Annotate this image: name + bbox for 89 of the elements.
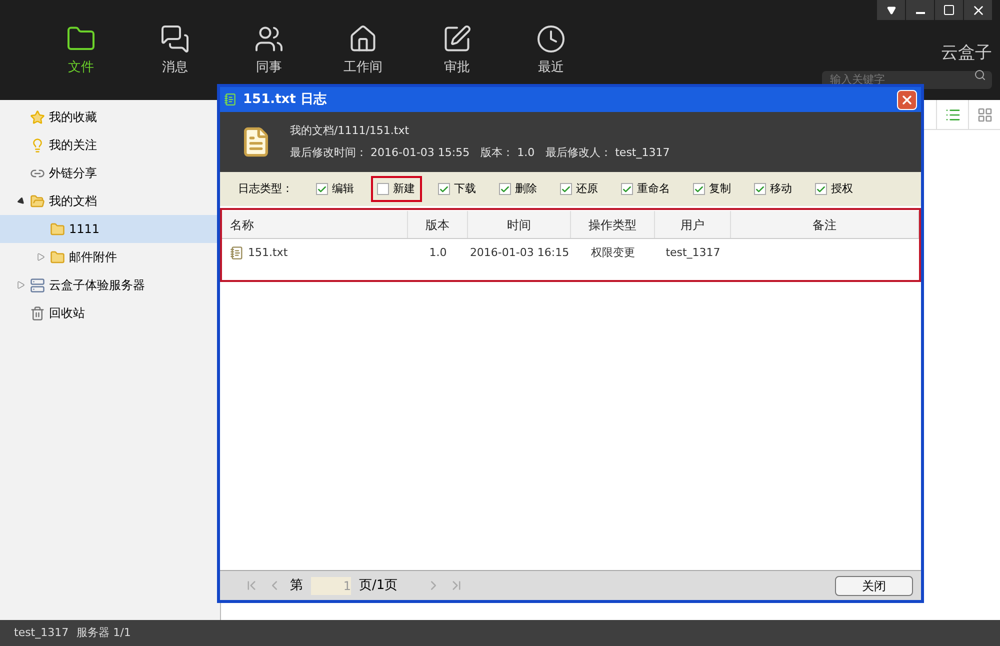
checkbox[interactable] xyxy=(621,183,633,195)
table-cell-text: 151.txt xyxy=(248,244,288,261)
file-icon xyxy=(224,93,237,106)
collapsed-icon[interactable] xyxy=(17,281,25,289)
checkbox-label: 下载 xyxy=(454,180,477,197)
checkbox[interactable] xyxy=(438,183,450,195)
table-cell-text: 权限变更 xyxy=(591,244,635,261)
tree-item[interactable]: 我的关注 xyxy=(0,131,220,159)
item-label: 我的文档 xyxy=(49,193,97,210)
file-path: 我的文档/1111/151.txt xyxy=(290,122,410,138)
maximize-icon xyxy=(943,4,955,16)
column-header[interactable]: 用户 xyxy=(655,211,731,238)
grid-icon xyxy=(976,107,992,123)
tree-item[interactable]: 1111 xyxy=(0,215,220,243)
people-icon xyxy=(254,24,284,54)
nav-tab[interactable]: 审批 xyxy=(424,24,490,100)
item-label: 外链分享 xyxy=(49,165,97,182)
maximize-button[interactable] xyxy=(935,0,963,20)
close-button[interactable] xyxy=(897,90,917,110)
folder-icon xyxy=(50,222,65,236)
item-label: 回收站 xyxy=(49,305,85,322)
page-suffix: 页/1页 xyxy=(359,576,398,595)
checkbox[interactable] xyxy=(316,183,328,195)
nav-tab[interactable]: 工作间 xyxy=(330,24,396,100)
server-count: 服务器 1/1 xyxy=(76,624,131,641)
nav-tab[interactable]: 文件 xyxy=(48,24,114,100)
expanded-icon[interactable] xyxy=(16,196,26,206)
column-header[interactable]: 操作类型 xyxy=(571,211,655,238)
item-label: 1111 xyxy=(69,221,100,238)
caret-icon xyxy=(886,6,896,14)
checkbox[interactable] xyxy=(560,183,572,195)
tree-item[interactable]: 外链分享 xyxy=(0,159,220,187)
checkbox-label: 还原 xyxy=(576,180,599,197)
close-dialog-button[interactable]: 关闭 xyxy=(835,576,913,596)
close-icon xyxy=(900,92,914,106)
nav-tab[interactable]: 消息 xyxy=(142,24,208,100)
filter-label: 日志类型： xyxy=(238,180,294,197)
lightbulb-icon xyxy=(30,138,45,152)
user-name: test_1317 xyxy=(14,624,69,641)
server-icon xyxy=(30,278,45,292)
checkbox[interactable] xyxy=(377,183,389,195)
file-icon xyxy=(230,246,244,260)
column-header[interactable]: 版本 xyxy=(408,211,468,238)
table-cell-text: 2016-01-03 16:15 xyxy=(470,244,570,261)
checkbox-label: 编辑 xyxy=(332,180,355,197)
page-prefix: 第 xyxy=(290,576,303,595)
trash-icon xyxy=(30,306,45,320)
column-header[interactable]: 备注 xyxy=(731,211,919,238)
column-header[interactable]: 名称 xyxy=(222,211,408,238)
item-label: 邮件附件 xyxy=(69,249,117,266)
collapsed-icon[interactable] xyxy=(37,253,45,261)
tree-item[interactable]: 我的文档 xyxy=(0,187,220,215)
checkbox[interactable] xyxy=(754,183,766,195)
close-button[interactable] xyxy=(964,0,992,20)
checkbox-label: 新建 xyxy=(393,180,416,197)
star-icon xyxy=(30,110,45,124)
checkbox-label: 移动 xyxy=(770,180,793,197)
folder-icon xyxy=(30,194,45,208)
clock-icon xyxy=(536,24,566,54)
checkbox[interactable] xyxy=(815,183,827,195)
tree-item[interactable]: 回收站 xyxy=(0,299,220,327)
edit-icon xyxy=(442,24,472,54)
item-label: 我的收藏 xyxy=(49,109,97,126)
dropdown-button[interactable] xyxy=(877,0,905,20)
checkbox[interactable] xyxy=(693,183,705,195)
search-icon[interactable] xyxy=(974,69,986,81)
table-cell-text: 1.0 xyxy=(429,244,447,261)
checkbox-label: 授权 xyxy=(831,180,854,197)
house-icon xyxy=(348,24,378,54)
checkbox-label: 删除 xyxy=(515,180,538,197)
table-cell-text: test_1317 xyxy=(666,244,720,261)
file-meta: 最后修改时间： 2016-01-03 15:55 版本： 1.0 最后修改人： test_1317 xyxy=(290,145,670,161)
checkbox-label: 复制 xyxy=(709,180,732,197)
folder-icon xyxy=(50,250,65,264)
checkbox-label: 重命名 xyxy=(637,180,671,197)
minimize-button[interactable] xyxy=(906,0,934,20)
brand-name: 云盒子 xyxy=(941,42,992,64)
minimize-icon xyxy=(916,12,924,14)
chat-icon xyxy=(160,24,190,54)
column-header[interactable]: 时间 xyxy=(468,211,571,238)
item-label: 云盒子体验服务器 xyxy=(49,277,145,294)
dialog-title: 151.txt 日志 xyxy=(243,90,326,109)
item-label: 我的关注 xyxy=(49,137,97,154)
nav-tab[interactable]: 最近 xyxy=(518,24,584,100)
checkbox[interactable] xyxy=(499,183,511,195)
list-icon xyxy=(944,107,960,123)
tree-item[interactable]: 邮件附件 xyxy=(0,243,220,271)
tree-item[interactable]: 云盒子体验服务器 xyxy=(0,271,220,299)
tree-item[interactable]: 我的收藏 xyxy=(0,103,220,131)
